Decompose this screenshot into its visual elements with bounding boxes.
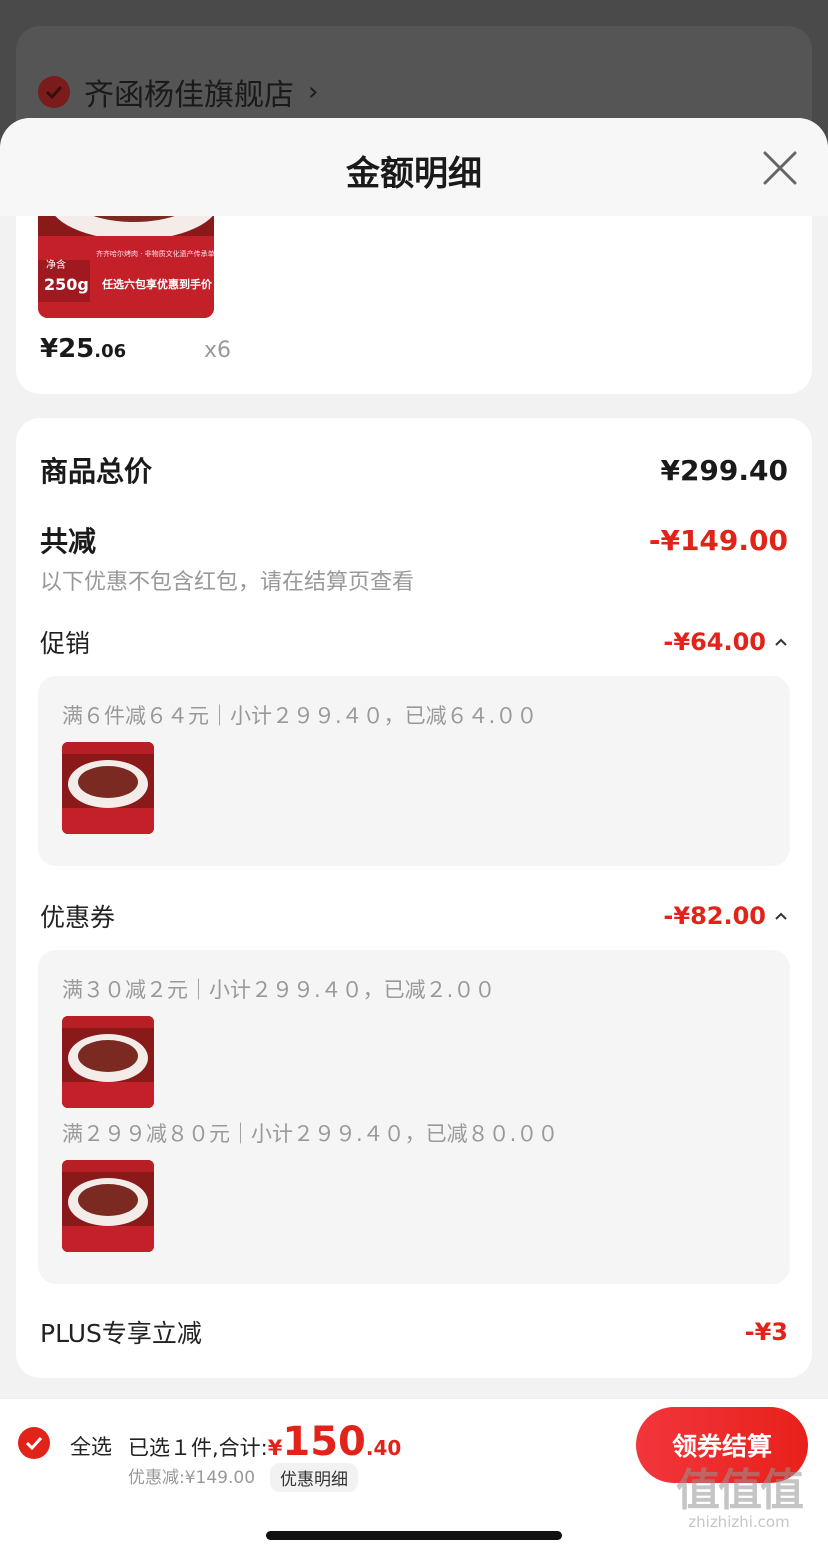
background-check-icon [38, 76, 70, 108]
total-amount-dec: .40 [365, 1436, 402, 1460]
product-image-tagline: 齐齐哈尔烤肉 · 非物质文化遗产传承单位 [96, 249, 214, 258]
background-store-row: 齐函杨佳旗舰店 › [38, 70, 318, 114]
plus-row: PLUS专享立减 -¥3 [40, 1314, 788, 1350]
total-label: 商品总价 [40, 455, 153, 488]
home-indicator[interactable] [266, 1531, 562, 1540]
close-icon[interactable] [762, 150, 798, 186]
watermark-url: zhizhizhi.com [688, 1513, 790, 1531]
promotion-value-wrap: -¥64.00 [663, 628, 788, 656]
coupon-row[interactable]: 优惠券 -¥82.00 [40, 898, 788, 934]
selected-count-text: 已选１件,合计: [128, 1436, 268, 1460]
discount-detail-button[interactable]: 优惠明细 [270, 1463, 358, 1492]
watermark-mark: 值值值 [676, 1465, 804, 1516]
promotion-detail-box: 满６件减６４元｜小计２９９.４０，已减６４.００ [38, 676, 790, 866]
background-store-name: 齐函杨佳旗舰店 [84, 78, 294, 113]
discount-text: 优惠减:¥149.00 [128, 1468, 256, 1488]
plus-label: PLUS专享立减 [40, 1319, 202, 1348]
promotion-label: 促销 [40, 629, 91, 658]
reduce-note: 以下优惠不包含红包，请在结算页查看 [40, 570, 415, 595]
coupon-value-wrap: -¥82.00 [663, 902, 788, 930]
plus-value: -¥3 [744, 1318, 788, 1346]
select-all-check-icon[interactable] [18, 1427, 50, 1459]
background-store-arrow: › [308, 77, 319, 107]
product-quantity: x6 [204, 338, 232, 363]
total-amount-int: 150 [282, 1419, 366, 1465]
watermark: 值值值 zhizhizhi.com [676, 1465, 804, 1532]
reduce-row: 共减 -¥149.00 [40, 520, 788, 560]
total-currency: ¥ [267, 1436, 283, 1460]
coupon-line: 满２９９减８０元｜小计２９９.４０，已减８０.００ [62, 1122, 559, 1146]
product-thumbnail[interactable] [62, 742, 154, 834]
product-price: ¥25.06 [40, 334, 126, 364]
product-image-banner: 任选六包享优惠到手价 [101, 277, 213, 291]
coupon-line: 满３０减２元｜小计２９９.４０，已减２.００ [62, 978, 496, 1002]
svg-text:净含: 净含 [46, 258, 66, 271]
reduce-value: -¥149.00 [648, 523, 788, 557]
amount-detail-sheet: 金额明细 净含 250g 齐齐哈尔烤肉 · 非物质文化遗产传承单位 任选六包享优… [0, 118, 828, 1556]
price-details-card: 商品总价 ¥299.40 共减 -¥149.00 以下优惠不包含红包，请在结算页… [16, 418, 812, 1378]
coupon-detail-box: 满３０减２元｜小计２９９.４０，已减２.００ 满２９９减８０元｜小计２９９.４０… [38, 950, 790, 1284]
caret-up-icon[interactable] [774, 911, 788, 921]
promotion-line: 满６件减６４元｜小计２９９.４０，已减６４.００ [62, 704, 538, 728]
product-image-weight: 250g [44, 275, 89, 294]
product-thumbnail[interactable] [62, 1160, 154, 1252]
coupon-value: -¥82.00 [663, 902, 766, 930]
promotion-value: -¥64.00 [663, 628, 766, 656]
promotion-row[interactable]: 促销 -¥64.00 [40, 624, 788, 660]
reduce-label: 共减 [40, 525, 97, 558]
sheet-header: 金额明细 [0, 118, 828, 216]
product-thumbnail[interactable] [62, 1016, 154, 1108]
total-row: 商品总价 ¥299.40 [40, 450, 788, 490]
product-price-int: ¥25 [40, 334, 95, 364]
caret-up-icon[interactable] [774, 637, 788, 647]
select-all-label[interactable]: 全选 [70, 1431, 112, 1461]
checkout-bar: 全选 已选１件,合计: ¥ 150 .40 优惠减:¥149.00 优惠明细 领… [0, 1398, 828, 1556]
product-price-dec: .06 [94, 341, 127, 362]
total-value: ¥299.40 [660, 453, 788, 487]
coupon-label: 优惠券 [40, 903, 116, 932]
selection-summary: 已选１件,合计: ¥ 150 .40 [128, 1419, 401, 1465]
sheet-title: 金额明细 [346, 154, 482, 194]
